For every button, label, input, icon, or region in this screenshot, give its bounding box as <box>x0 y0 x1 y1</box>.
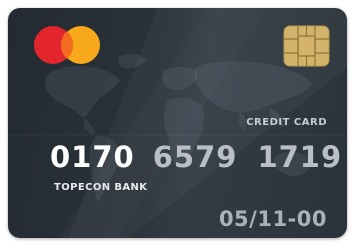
card-number-group-1: 0170 <box>50 140 135 174</box>
card-number-group-2: 6579 <box>152 140 238 174</box>
card-number: 0170 6579 1719 <box>50 143 342 172</box>
mastercard-logo-icon <box>34 26 100 64</box>
expiry-date: 05/11-00 <box>218 207 327 231</box>
card-type-label: CREDIT CARD <box>246 117 327 128</box>
bank-name: TOPECON BANK <box>54 182 148 193</box>
chip-icon <box>283 25 330 67</box>
credit-card: CREDIT CARD 0170 6579 1719 TOPECON BANK … <box>8 8 347 238</box>
card-number-group-3: 1719 <box>257 140 343 174</box>
